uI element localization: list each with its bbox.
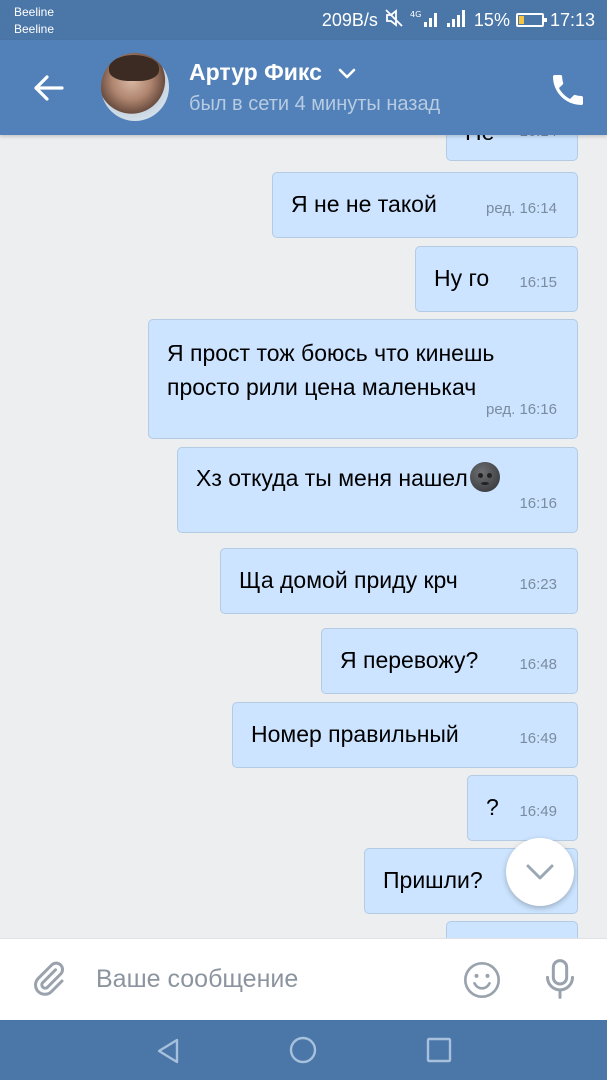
message-time: 16:14 xyxy=(519,135,557,149)
message-bubble[interactable]: Ща домой приду крч 16:23 xyxy=(220,548,578,614)
last-seen-status: был в сети 4 минуты назад xyxy=(189,93,441,115)
message-text: Не xyxy=(465,135,494,149)
microphone-icon xyxy=(546,959,574,999)
carrier-1: Beeline xyxy=(14,5,55,19)
smiley-icon xyxy=(464,962,500,998)
signal-2-icon xyxy=(446,8,468,33)
message-time: 16:48 xyxy=(519,656,557,673)
signal-icon: 4G xyxy=(410,8,440,33)
carrier-2: Beeline xyxy=(14,22,55,36)
message-text: Я не не такой xyxy=(291,191,437,217)
paperclip-icon xyxy=(34,961,64,996)
attach-button[interactable] xyxy=(28,959,68,999)
call-button[interactable] xyxy=(548,70,588,110)
message-bubble[interactable]: Не 16:14 xyxy=(446,135,578,161)
new-moon-face-icon xyxy=(469,462,500,492)
voice-message-button[interactable] xyxy=(540,957,580,1001)
compose-bar xyxy=(0,938,607,1020)
message-list[interactable]: Не 16:14 Я не не такой ред. 16:14 Ну го … xyxy=(0,135,607,938)
message-text: ? xyxy=(486,794,499,820)
net-speed: 209B/s xyxy=(321,9,378,30)
message-time: ред. 16:16 xyxy=(486,401,557,418)
message-text-content: Хз откуда ты меня нашел xyxy=(196,465,468,491)
message-text: Я перевожу? xyxy=(340,647,479,673)
message-bubble[interactable]: Я перевожу? 16:48 xyxy=(321,628,578,694)
carrier-names: Beeline Beeline xyxy=(14,4,54,38)
message-time: 16:49 xyxy=(519,730,557,747)
battery-percent: 15% xyxy=(473,9,510,30)
status-bar: Beeline Beeline 209B/s 4G 15% 17:13 xyxy=(0,0,607,40)
contact-name: Артур Фикс xyxy=(189,59,322,85)
message-text: Хз откуда ты меня нашел xyxy=(196,461,500,495)
contact-name-button[interactable]: Артур Фикс xyxy=(189,59,356,86)
avatar[interactable] xyxy=(101,53,169,121)
scroll-to-bottom-button[interactable] xyxy=(506,838,574,906)
square-recents-icon xyxy=(426,1037,452,1063)
chevron-down-icon xyxy=(338,68,356,79)
status-indicators: 209B/s 4G 15% 17:13 xyxy=(322,8,595,32)
signal-type: 4G xyxy=(410,10,421,19)
message-text: Пришли? xyxy=(383,867,483,893)
message-bubble[interactable] xyxy=(446,921,578,938)
arrow-left-icon xyxy=(34,75,64,101)
message-bubble[interactable]: Я не не такой ред. 16:14 xyxy=(272,172,578,238)
system-home-button[interactable] xyxy=(287,1034,319,1066)
message-time: 16:49 xyxy=(519,803,557,820)
message-text: Ну го xyxy=(434,265,490,291)
mute-icon xyxy=(384,8,404,33)
chevron-down-icon xyxy=(526,864,554,880)
chat-header: Артур Фикс был в сети 4 минуты назад xyxy=(0,40,607,135)
clock: 17:13 xyxy=(549,9,595,30)
message-time: 16:16 xyxy=(519,495,557,512)
circle-home-icon xyxy=(289,1036,317,1064)
emoji-button[interactable] xyxy=(462,960,502,1000)
system-recents-button[interactable] xyxy=(424,1035,454,1065)
message-time: 16:23 xyxy=(519,576,557,593)
message-bubble[interactable]: Я прост тож боюсь что кинешь просто рили… xyxy=(148,319,578,439)
triangle-back-icon xyxy=(157,1038,179,1064)
message-bubble[interactable]: Номер правильный 16:49 xyxy=(232,702,578,768)
message-time: ред. 16:14 xyxy=(486,200,557,217)
message-text: Номер правильный xyxy=(251,721,459,747)
message-bubble[interactable]: Хз откуда ты меня нашел 16:16 xyxy=(177,447,578,533)
message-time: 16:15 xyxy=(519,274,557,291)
back-button[interactable] xyxy=(26,68,70,108)
message-text: Ща домой приду крч xyxy=(239,567,458,593)
message-bubble[interactable]: ? 16:49 xyxy=(467,775,578,841)
phone-icon xyxy=(553,75,583,105)
message-input[interactable] xyxy=(96,957,436,1001)
system-back-button[interactable] xyxy=(151,1036,185,1066)
message-bubble[interactable]: Ну го 16:15 xyxy=(415,246,578,312)
battery-icon xyxy=(515,13,547,27)
system-navigation-bar xyxy=(0,1020,607,1080)
